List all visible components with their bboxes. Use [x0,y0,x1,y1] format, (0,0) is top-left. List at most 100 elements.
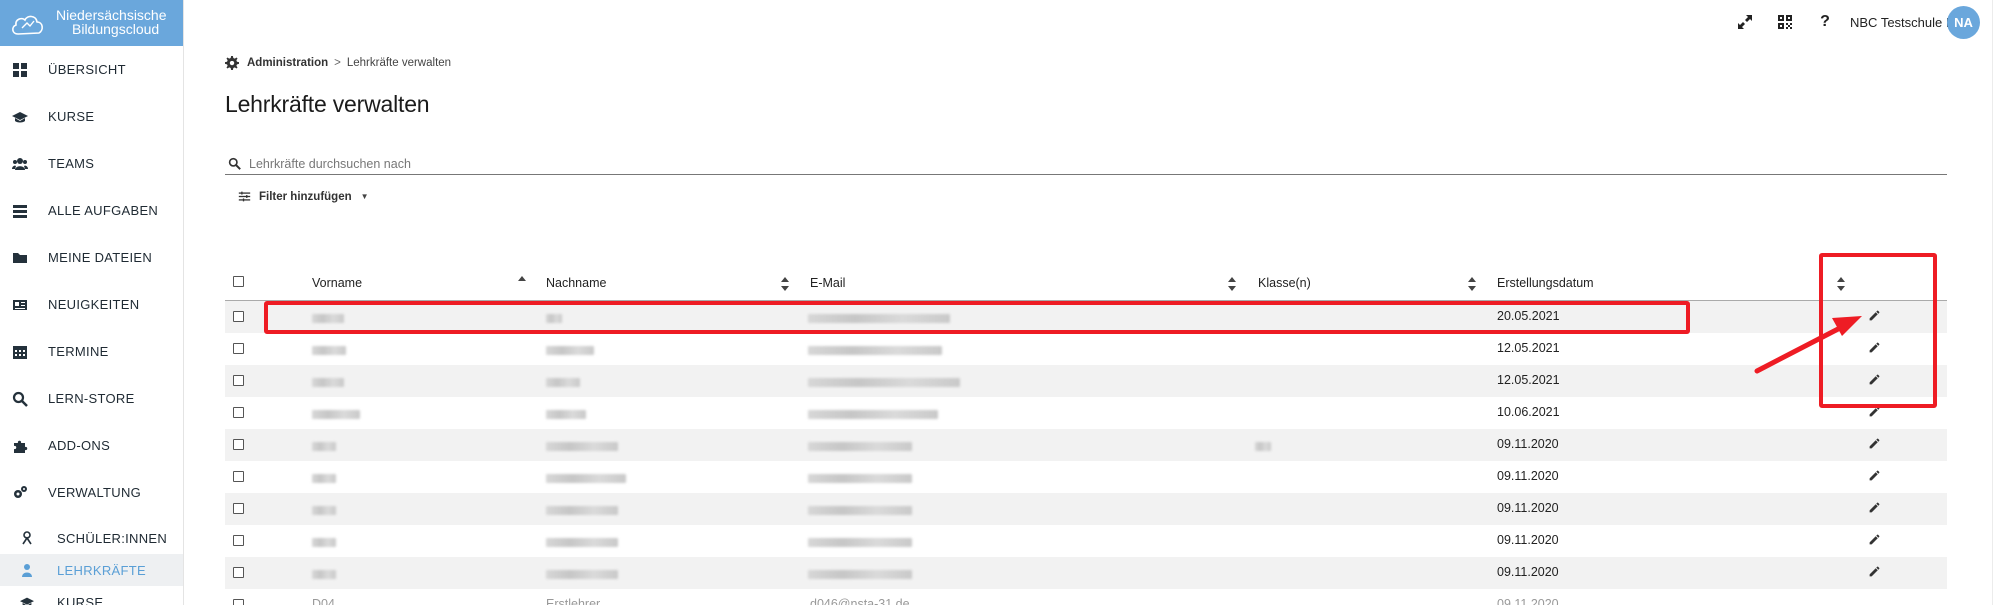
dashboard-icon [12,62,28,78]
row-checkbox[interactable] [233,503,244,514]
sort-asc-icon[interactable] [518,275,526,289]
row-checkbox[interactable] [233,343,244,354]
redacted-nachname [546,570,618,579]
nav-label: ÜBERSICHT [48,62,126,77]
brand-logo[interactable]: Niedersächsische Bildungscloud [0,0,183,46]
table-row[interactable]: 09.11.2020 [225,493,1947,525]
graduation-cap-icon [20,595,34,605]
search-icon [228,157,241,170]
nav-label: NEUIGKEITEN [48,297,140,312]
row-checkbox[interactable] [233,567,244,578]
team-icon [12,156,28,172]
filter-lines-icon [238,191,251,202]
subitem-label: SCHÜLER:INNEN [57,530,168,546]
qr-code-icon[interactable] [1776,13,1794,31]
row-checkbox[interactable] [233,439,244,450]
sidebar-subitem-lehrkraefte[interactable]: LEHRKRÄFTE [0,554,183,586]
created-date: 12.05.2021 [1497,373,1560,387]
sort-icon[interactable] [1228,277,1236,291]
calendar-icon [12,344,28,360]
breadcrumb-separator: > [334,57,341,69]
edit-pencil-icon[interactable] [1868,341,1882,355]
table-row[interactable]: 12.05.2021 [225,365,1947,397]
edit-pencil-icon[interactable] [1868,309,1882,323]
row-checkbox[interactable] [233,471,244,482]
filter-label: Filter hinzufügen [259,190,352,203]
row-checkbox[interactable] [233,407,244,418]
puzzle-icon [12,438,28,454]
page-title: Lehrkräfte verwalten [225,91,430,117]
cloud-logo-icon [10,12,44,35]
help-icon[interactable]: ? [1816,13,1834,31]
table-row[interactable]: D04 Erstlehrer d046@nsta-31.de 09.11.202… [225,589,1947,605]
edit-pencil-icon[interactable] [1868,469,1882,483]
nav-item-lern-store[interactable]: LERN-STORE [0,375,183,422]
fullscreen-icon[interactable] [1736,13,1754,31]
caret-down-icon: ▼ [360,192,369,201]
redacted-nachname [546,538,618,547]
edit-pencil-icon[interactable] [1868,501,1882,515]
school-name[interactable]: NBC Testschule I [1850,15,1949,30]
sort-icon[interactable] [781,277,789,291]
row-checkbox[interactable] [233,375,244,386]
main-nav: ÜBERSICHT KURSE TEAMS ALLE AUFGABEN MEIN… [0,46,183,516]
nav-label: ALLE AUFGABEN [48,203,159,218]
nav-item-teams[interactable]: TEAMS [0,140,183,187]
edit-pencil-icon[interactable] [1868,437,1882,451]
column-header-nachname[interactable]: Nachname [546,276,606,290]
sidebar: Niedersächsische Bildungscloud ÜBERSICHT… [0,0,184,605]
row-checkbox[interactable] [233,535,244,546]
edit-pencil-icon[interactable] [1868,533,1882,547]
add-filter-button[interactable]: Filter hinzufügen ▼ [238,190,369,203]
nav-item-alle-aufgaben[interactable]: ALLE AUFGABEN [0,187,183,234]
sort-icon[interactable] [1468,277,1476,291]
nav-item-meine-dateien[interactable]: MEINE DATEIEN [0,234,183,281]
nav-item-neuigkeiten[interactable]: NEUIGKEITEN [0,281,183,328]
redacted-email [808,474,912,483]
created-date: 09.11.2020 [1497,437,1559,451]
table-row[interactable]: 09.11.2020 [225,461,1947,493]
nav-item-termine[interactable]: TERMINE [0,328,183,375]
scrollbar[interactable] [1992,0,2000,605]
column-header-email[interactable]: E-Mail [810,276,845,290]
nav-item-verwaltung[interactable]: VERWALTUNG [0,469,183,516]
redacted-nachname [546,506,618,515]
column-header-vorname[interactable]: Vorname [312,276,362,290]
table-row[interactable]: 10.06.2021 [225,397,1947,429]
table-row[interactable]: 20.05.2021 [225,301,1947,333]
edit-pencil-icon[interactable] [1868,405,1882,419]
table-row[interactable]: 09.11.2020 [225,557,1947,589]
nachname-cell: Erstlehrer [546,597,601,605]
select-all-checkbox[interactable] [233,276,244,287]
edit-pencil-icon[interactable] [1868,565,1882,579]
created-date: 09.11.2020 [1497,565,1559,579]
sidebar-subitem-kurse[interactable]: KURSE [0,586,183,605]
created-date: 10.06.2021 [1497,405,1560,419]
search-input[interactable] [249,156,1939,171]
nav-label: LERN-STORE [48,391,135,406]
sort-icon[interactable] [1837,277,1845,291]
nav-item-uebersicht[interactable]: ÜBERSICHT [0,46,183,93]
edit-pencil-icon[interactable] [1868,373,1882,387]
table-row[interactable]: 09.11.2020 [225,429,1947,461]
table-row[interactable]: 09.11.2020 [225,525,1947,557]
row-checkbox[interactable] [233,311,244,322]
avatar[interactable]: NA [1947,6,1980,39]
nav-item-add-ons[interactable]: ADD-ONS [0,422,183,469]
redacted-vorname [312,314,344,323]
redacted-vorname [312,346,346,355]
created-date: 12.05.2021 [1497,341,1560,355]
breadcrumb-parent[interactable]: Administration [247,57,328,69]
redacted-email [808,442,912,451]
nav-item-kurse[interactable]: KURSE [0,93,183,140]
row-checkbox[interactable] [233,599,244,605]
table-row[interactable]: 12.05.2021 [225,333,1947,365]
email-cell: d046@nsta-31.de [810,597,910,605]
column-header-erstellungsdatum[interactable]: Erstellungsdatum [1497,276,1594,290]
redacted-vorname [312,442,336,451]
brand-line-2b: cloud [125,21,160,37]
redacted-nachname [546,474,626,483]
table-header: Vorname Nachname E-Mail Klasse(n) Erstel… [225,268,1947,301]
sidebar-subitem-schueler[interactable]: SCHÜLER:INNEN [0,522,183,554]
column-header-klassen[interactable]: Klasse(n) [1258,276,1311,290]
